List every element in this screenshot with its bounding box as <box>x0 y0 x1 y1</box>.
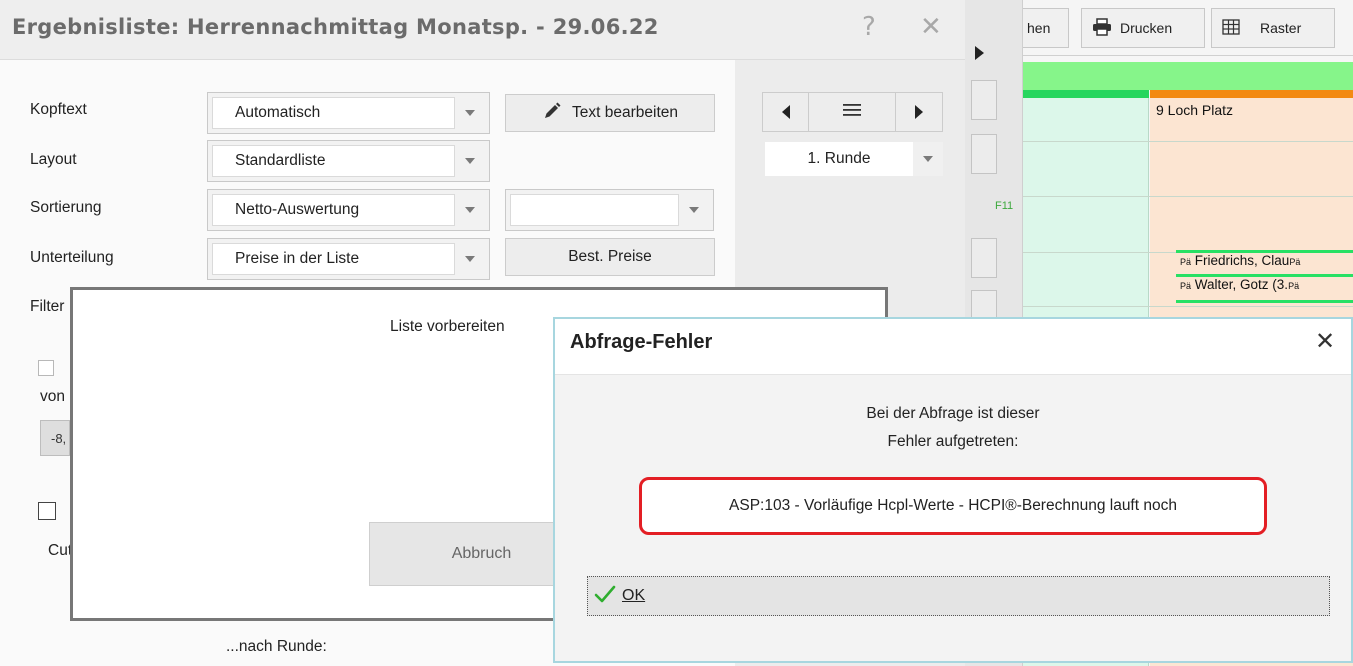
grid-button[interactable]: Raster <box>1211 8 1335 48</box>
pencil-icon <box>542 101 562 126</box>
sortierung-select[interactable]: Netto-Auswertung <box>207 189 490 231</box>
filter-label: Filter <box>30 298 65 315</box>
row-divider <box>1023 196 1353 197</box>
grid-icon <box>1222 18 1240 38</box>
chevron-down-icon <box>679 194 709 226</box>
triangle-right-icon <box>915 105 923 119</box>
player-entry[interactable]: Pä Friedrichs, ClauPä <box>1180 253 1353 268</box>
ok-button[interactable]: OK <box>587 576 1330 616</box>
option-checkbox[interactable] <box>38 360 54 376</box>
kopftext-value: Automatisch <box>212 97 455 129</box>
chevron-down-icon <box>455 97 485 129</box>
player-prefix: Pä <box>1180 281 1192 291</box>
kopftext-select[interactable]: Automatisch <box>207 92 490 134</box>
unterteilung-select[interactable]: Preise in der Liste <box>207 238 490 280</box>
player-suffix: Pä <box>1288 281 1300 291</box>
player-name: Friedrichs, Clau <box>1194 253 1290 268</box>
error-message-line: Bei der Abfrage ist dieser <box>866 405 1040 422</box>
sortierung-secondary-select[interactable] <box>505 189 714 231</box>
cut-label: Cut <box>48 542 73 559</box>
kopftext-label: Kopftext <box>30 101 87 118</box>
after-round-label: ...nach Runde: <box>226 638 327 655</box>
layout-label: Layout <box>30 151 77 168</box>
option-checkbox[interactable] <box>38 502 56 520</box>
unterteilung-label: Unterteilung <box>30 249 114 266</box>
ok-label: OK <box>622 587 646 604</box>
hamburger-icon <box>843 103 861 121</box>
printer-icon <box>1092 17 1112 39</box>
chevron-down-icon <box>455 145 485 177</box>
menu-button[interactable] <box>808 92 896 132</box>
layout-value: Standardliste <box>212 145 455 177</box>
error-dialog-title: Abfrage-Fehler <box>570 331 713 353</box>
sortierung-value: Netto-Auswertung <box>212 194 455 226</box>
column-header-bar <box>1023 90 1149 98</box>
triangle-left-icon <box>782 105 790 119</box>
toolbar-partial-label: hen <box>1027 20 1051 36</box>
error-detail-box: ASP:103 - Vorläufige Hcpl-Werte - HCPI®-… <box>639 477 1267 535</box>
next-button[interactable] <box>895 92 943 132</box>
strip-button[interactable] <box>971 134 997 174</box>
progress-message: Liste vorbereiten <box>390 318 505 335</box>
chevron-down-icon <box>455 194 485 226</box>
close-button[interactable]: ✕ <box>920 12 942 42</box>
error-dialog: Abfrage-Fehler ✕ Bei der Abfrage ist die… <box>553 317 1353 663</box>
print-label: Drucken <box>1120 20 1173 36</box>
error-dialog-title-bar: Abfrage-Fehler ✕ <box>555 319 1351 375</box>
expand-right-icon[interactable] <box>975 46 984 60</box>
row-divider <box>1023 141 1353 142</box>
player-suffix: Pä <box>1289 257 1301 267</box>
row-divider <box>1023 306 1353 307</box>
round-select-value: 1. Runde <box>807 150 871 167</box>
checkmark-icon <box>594 585 616 608</box>
grid-label: Raster <box>1260 20 1302 36</box>
sortierung-label: Sortierung <box>30 199 102 216</box>
help-button[interactable]: ? <box>862 12 876 42</box>
strip-button[interactable] <box>971 80 997 120</box>
error-close-button[interactable]: ✕ <box>1315 327 1335 355</box>
round-select[interactable]: 1. Runde <box>765 142 943 176</box>
best-prices-label: Best. Preise <box>568 248 652 265</box>
von-label: von <box>40 388 65 405</box>
strip-button[interactable] <box>971 238 997 278</box>
error-message-line: Fehler aufgetreten: <box>887 433 1019 450</box>
print-button[interactable]: Drucken <box>1081 8 1205 48</box>
text-edit-button[interactable]: Text bearbeiten <box>505 94 715 132</box>
unterteilung-value: Preise in der Liste <box>212 243 455 275</box>
hotkey-label: F11 <box>995 200 1014 212</box>
chevron-down-icon <box>455 243 485 275</box>
von-input[interactable]: -8, <box>40 420 70 456</box>
player-entry[interactable]: Pä Walter, Gotz (3.Pä <box>1180 277 1353 292</box>
background-toolbar: hen Drucken Raster <box>1023 0 1353 56</box>
column-header-bar <box>1150 90 1353 98</box>
layout-select[interactable]: Standardliste <box>207 140 490 182</box>
header-band <box>1023 62 1353 90</box>
player-marker <box>1176 300 1353 303</box>
text-edit-label: Text bearbeiten <box>572 104 678 121</box>
toolbar-partial-button[interactable]: hen <box>1023 8 1069 48</box>
course-label: 9 Loch Platz <box>1156 102 1234 118</box>
chevron-down-icon <box>913 142 943 176</box>
previous-button[interactable] <box>762 92 810 132</box>
player-name: Walter, Gotz (3. <box>1194 277 1289 292</box>
error-dialog-body: Bei der Abfrage ist dieser Fehler aufget… <box>555 375 1351 661</box>
error-detail-text: ASP:103 - Vorläufige Hcpl-Werte - HCPI®-… <box>729 497 1177 514</box>
best-prices-button[interactable]: Best. Preise <box>505 238 715 276</box>
dialog-title: Ergebnisliste: Herrennachmittag Monatsp.… <box>12 15 659 39</box>
player-prefix: Pä <box>1180 257 1192 267</box>
sortierung-secondary-value <box>510 194 679 226</box>
dialog-title-bar: Ergebnisliste: Herrennachmittag Monatsp.… <box>0 0 965 60</box>
